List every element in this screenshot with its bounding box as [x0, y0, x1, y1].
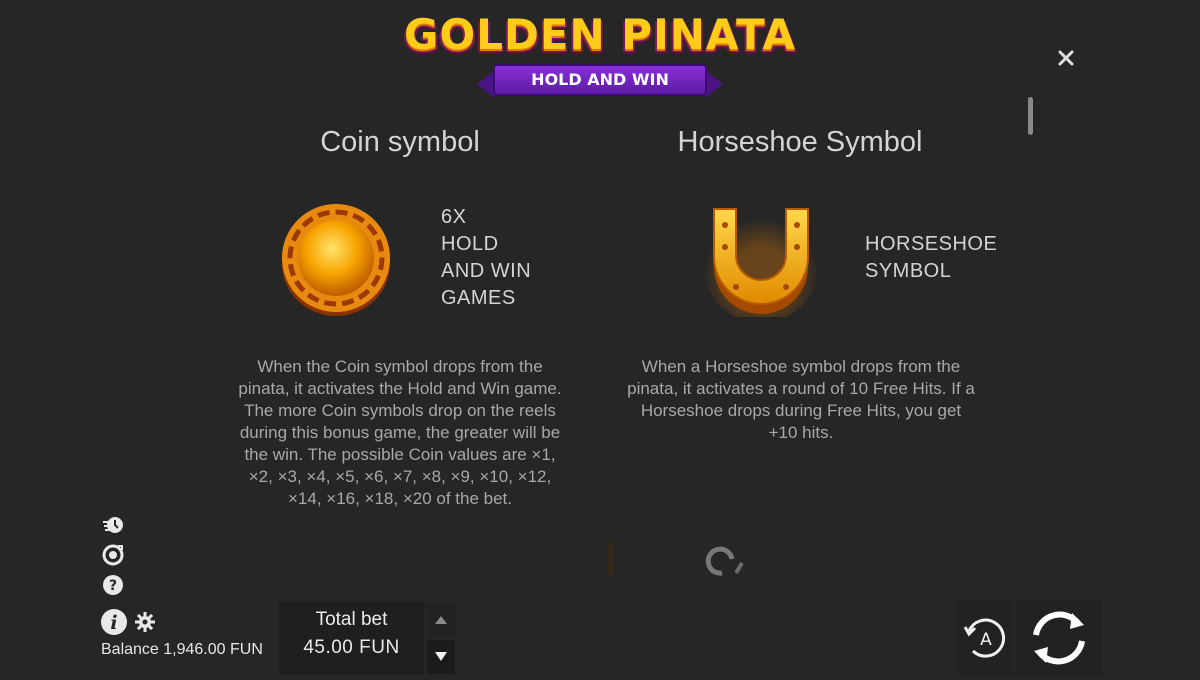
- total-bet-panel: Total bet 45.00 FUN: [279, 601, 424, 675]
- svg-text:A: A: [980, 630, 992, 650]
- spin-button[interactable]: [1016, 601, 1102, 675]
- info-button[interactable]: i: [100, 608, 128, 636]
- info-icon: i: [101, 609, 127, 635]
- turbo-button[interactable]: [102, 514, 124, 536]
- coin-symbol-title: Coin symbol: [320, 126, 480, 158]
- horseshoe-symbol-lines: HORSESHOE SYMBOL: [865, 231, 997, 285]
- history-icon: [102, 544, 124, 566]
- horseshoe-description: When a Horseshoe symbol drops from the p…: [627, 357, 975, 442]
- horseshoe-line: SYMBOL: [865, 260, 952, 282]
- logo-subtitle: HOLD AND WIN: [493, 64, 707, 96]
- background-game-glimpse: [550, 525, 810, 585]
- coin-description: When the Coin symbol drops from the pina…: [238, 357, 562, 508]
- scrollbar[interactable]: [1028, 97, 1033, 135]
- close-icon: [1058, 50, 1074, 66]
- autoplay-icon: A: [963, 618, 1006, 658]
- coin-line: 6X: [441, 206, 467, 228]
- spin-icon: [1033, 611, 1085, 665]
- ribbon-tail-right: [705, 70, 723, 98]
- svg-text:?: ?: [109, 578, 117, 594]
- settings-button[interactable]: [134, 611, 156, 633]
- chevron-up-icon: [435, 616, 447, 624]
- help-button[interactable]: ?: [102, 574, 124, 596]
- close-button[interactable]: [1050, 42, 1082, 74]
- horseshoe-line: HORSESHOE: [865, 233, 998, 255]
- autoplay-button[interactable]: A: [957, 601, 1013, 675]
- balance-display: Balance 1,946.00 FUN: [101, 641, 263, 658]
- total-bet-value: 45.00 FUN: [303, 637, 400, 658]
- horseshoe-symbol-title: Horseshoe Symbol: [677, 126, 923, 158]
- coin-symbol-lines: 6X HOLD AND WIN GAMES: [441, 204, 531, 312]
- coin-line: AND WIN: [441, 260, 532, 282]
- coin-line: HOLD: [441, 233, 499, 255]
- coin-line: GAMES: [441, 287, 516, 309]
- help-icon: ?: [103, 575, 123, 595]
- logo-title: GOLDEN PINATA: [404, 10, 796, 59]
- bet-decrease-button[interactable]: [427, 640, 455, 674]
- bet-increase-button[interactable]: [427, 604, 455, 638]
- horseshoe-symbol-icon: [700, 195, 822, 323]
- chevron-down-icon: [435, 652, 447, 661]
- total-bet-label: Total bet: [315, 609, 388, 630]
- gear-icon: [135, 612, 155, 632]
- game-logo: GOLDEN PINATA HOLD AND WIN: [385, 10, 815, 98]
- coin-symbol-icon: [280, 200, 392, 318]
- history-button[interactable]: [102, 544, 124, 566]
- turbo-icon: [103, 517, 123, 533]
- svg-text:i: i: [110, 612, 117, 634]
